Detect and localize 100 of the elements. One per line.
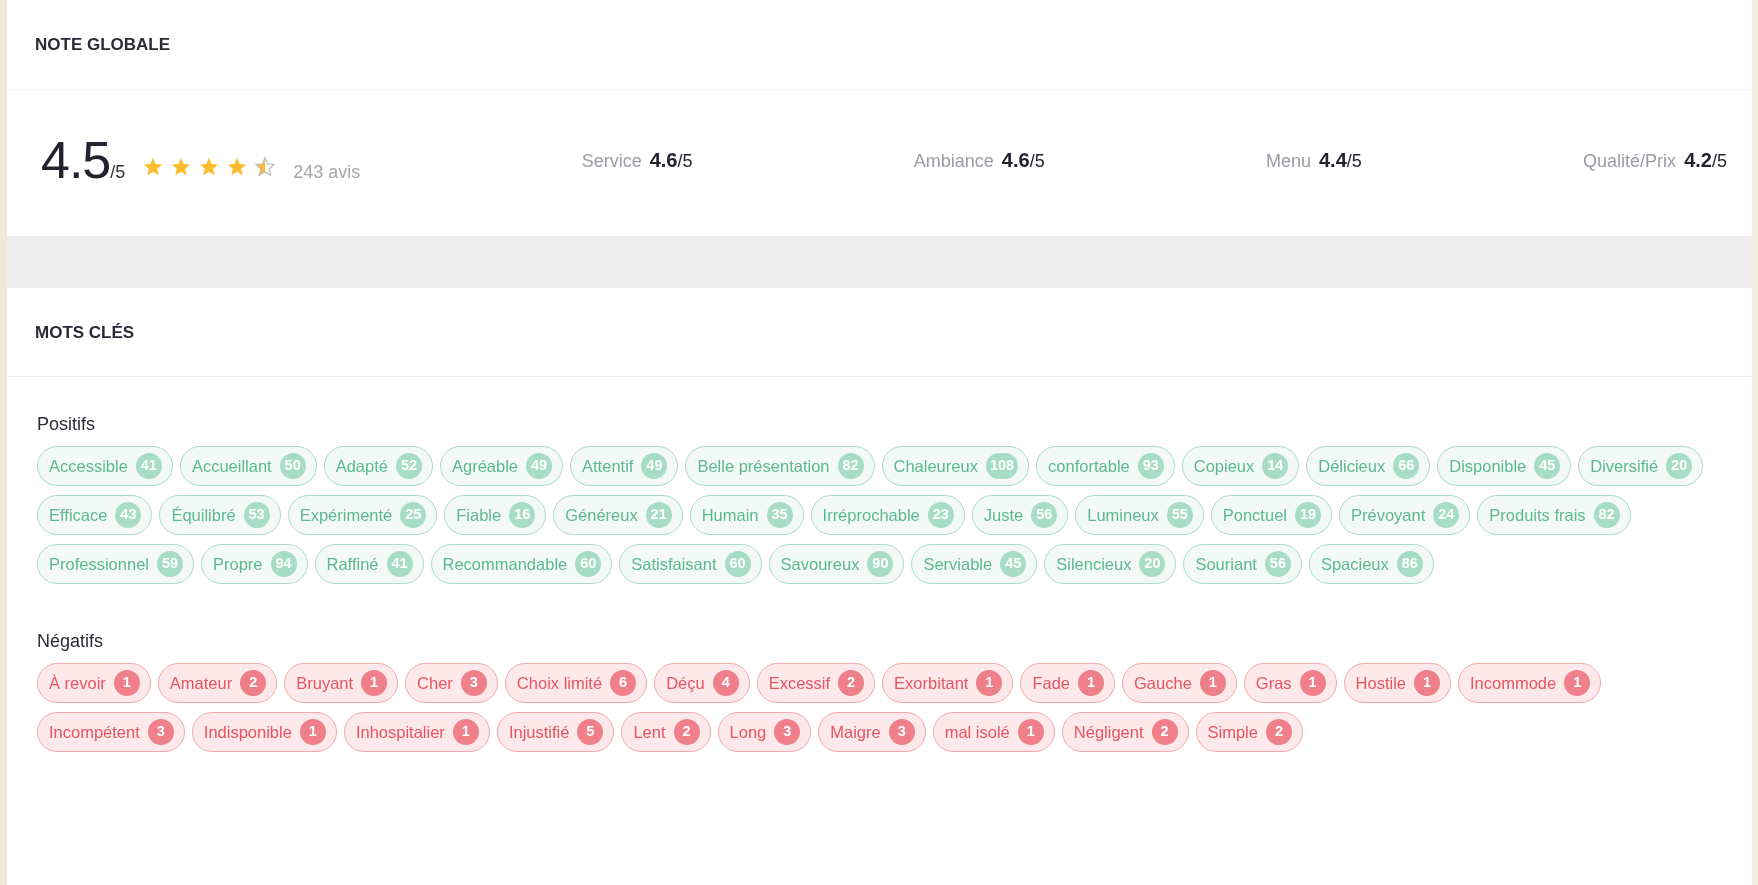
keyword-tag: Chaleureux 108 <box>881 446 1030 486</box>
criterion-label: Menu <box>1265 149 1311 173</box>
score-max: /5 <box>1711 150 1727 171</box>
count-badge: 56 <box>1264 551 1291 577</box>
criterion-label: Service <box>581 149 642 173</box>
count-badge: 45 <box>1000 551 1027 577</box>
half-star-icon <box>253 155 278 178</box>
review-count: 243 avis <box>293 160 361 184</box>
keyword-tag: Raffiné 41 <box>314 544 424 584</box>
keyword-tag: Simple 2 <box>1195 712 1303 752</box>
keyword-tag: Prévoyant 24 <box>1339 495 1471 535</box>
count-badge: 20 <box>1139 551 1166 577</box>
count-badge: 35 <box>766 502 793 528</box>
criterion-score: 4.6 <box>649 148 678 171</box>
count-badge: 108 <box>985 453 1019 479</box>
count-badge: 4 <box>712 670 739 696</box>
keyword-tag: Serviable 45 <box>911 544 1038 584</box>
score-max: /5 <box>677 150 693 171</box>
keyword-tag: Silencieux 20 <box>1044 544 1177 584</box>
keyword-tag: Adapté 52 <box>323 446 433 486</box>
count-badge: 60 <box>575 551 602 577</box>
keyword-tag: Savoureux 90 <box>768 544 905 584</box>
count-badge: 16 <box>509 502 536 528</box>
group-label: Négatifs <box>37 630 105 653</box>
count-badge: 55 <box>1166 502 1193 528</box>
keyword-tag: mal isolé 1 <box>932 712 1055 752</box>
keyword-tag: Belle présentation 82 <box>685 446 875 486</box>
keyword-tag: Copieux 14 <box>1181 446 1300 486</box>
count-badge: 1 <box>1414 670 1440 696</box>
count-badge: 41 <box>135 453 162 479</box>
overall-score: 4.5 <box>41 133 111 186</box>
count-badge: 3 <box>774 719 801 745</box>
count-badge: 1 <box>361 670 388 696</box>
keyword-tag: Fiable 16 <box>444 495 547 535</box>
keyword-tag: Produits frais 82 <box>1477 495 1631 535</box>
criterion-score: 4.6 <box>1001 148 1030 171</box>
criterion-label: Qualité/Prix <box>1583 149 1677 173</box>
keyword-tag: Accueillant 50 <box>179 446 317 486</box>
count-badge: 60 <box>724 551 751 577</box>
count-badge: 2 <box>673 719 700 745</box>
keyword-tag: Ponctuel 19 <box>1210 495 1332 535</box>
keyword-tag: Recommandable 60 <box>430 544 613 584</box>
count-badge: 49 <box>526 453 553 479</box>
keyword-tag: Long 3 <box>717 712 812 752</box>
count-badge: 1 <box>1299 670 1326 696</box>
keyword-tag: Incompétent 3 <box>37 712 185 752</box>
keyword-tag: Professionnel 59 <box>37 544 194 584</box>
keyword-tag: Exorbitant 1 <box>882 663 1014 703</box>
keyword-tag: Gauche 1 <box>1122 663 1237 703</box>
count-badge: 56 <box>1031 502 1058 528</box>
count-badge: 6 <box>610 670 637 696</box>
score-max: /5 <box>1029 150 1045 171</box>
count-badge: 2 <box>1265 719 1292 745</box>
keyword-tag: Indisponible 1 <box>191 712 337 752</box>
count-badge: 20 <box>1666 453 1693 479</box>
count-badge: 1 <box>1564 670 1591 696</box>
count-badge: 43 <box>115 502 142 528</box>
count-badge: 21 <box>645 502 672 528</box>
keyword-tag: Fade 1 <box>1020 663 1115 703</box>
keyword-tag: Excessif 2 <box>756 663 876 703</box>
count-badge: 1 <box>1199 670 1226 696</box>
keyword-tag: Humain 35 <box>689 495 804 535</box>
count-badge: 82 <box>837 453 864 479</box>
count-badge: 2 <box>240 670 267 696</box>
count-badge: 1 <box>976 670 1003 696</box>
count-badge: 1 <box>1017 719 1044 745</box>
keyword-tag: Lent 2 <box>621 712 711 752</box>
count-badge: 3 <box>460 670 487 696</box>
keyword-tag: À revoir 1 <box>37 663 151 703</box>
count-badge: 24 <box>1433 502 1460 528</box>
count-badge: 1 <box>299 719 326 745</box>
keyword-tag: Propre 94 <box>201 544 308 584</box>
keyword-tag: Injustifié 5 <box>496 712 615 752</box>
count-badge: 41 <box>386 551 413 577</box>
keyword-tag: Délicieux 66 <box>1306 446 1431 486</box>
count-badge: 52 <box>395 453 422 479</box>
count-badge: 66 <box>1393 453 1420 479</box>
keyword-tag: Juste 56 <box>971 495 1069 535</box>
keyword-tag: Disponible 45 <box>1437 446 1572 486</box>
count-badge: 2 <box>838 670 865 696</box>
count-badge: 93 <box>1137 453 1164 479</box>
keyword-tag: Maigre 3 <box>818 712 926 752</box>
count-badge: 14 <box>1262 453 1289 479</box>
count-badge: 3 <box>147 719 174 745</box>
keyword-tag: Diversifié 20 <box>1578 446 1704 486</box>
keyword-tag: Souriant 56 <box>1183 544 1302 584</box>
keyword-tag: Bruyant 1 <box>284 663 399 703</box>
count-badge: 49 <box>641 453 668 479</box>
score-max: /5 <box>1346 150 1362 171</box>
keyword-tag: Incommode 1 <box>1458 663 1602 703</box>
count-badge: 3 <box>888 719 915 745</box>
count-badge: 19 <box>1295 502 1321 528</box>
section-title: MOTS CLÉS <box>7 287 1752 377</box>
count-badge: 90 <box>867 551 894 577</box>
keyword-tag: Satisfaisant 60 <box>619 544 762 584</box>
keyword-tag: Équilibré 53 <box>159 495 281 535</box>
count-badge: 59 <box>157 551 183 577</box>
keyword-tag: Négligent 2 <box>1061 712 1189 752</box>
count-badge: 45 <box>1534 453 1561 479</box>
score-max: /5 <box>110 161 126 184</box>
